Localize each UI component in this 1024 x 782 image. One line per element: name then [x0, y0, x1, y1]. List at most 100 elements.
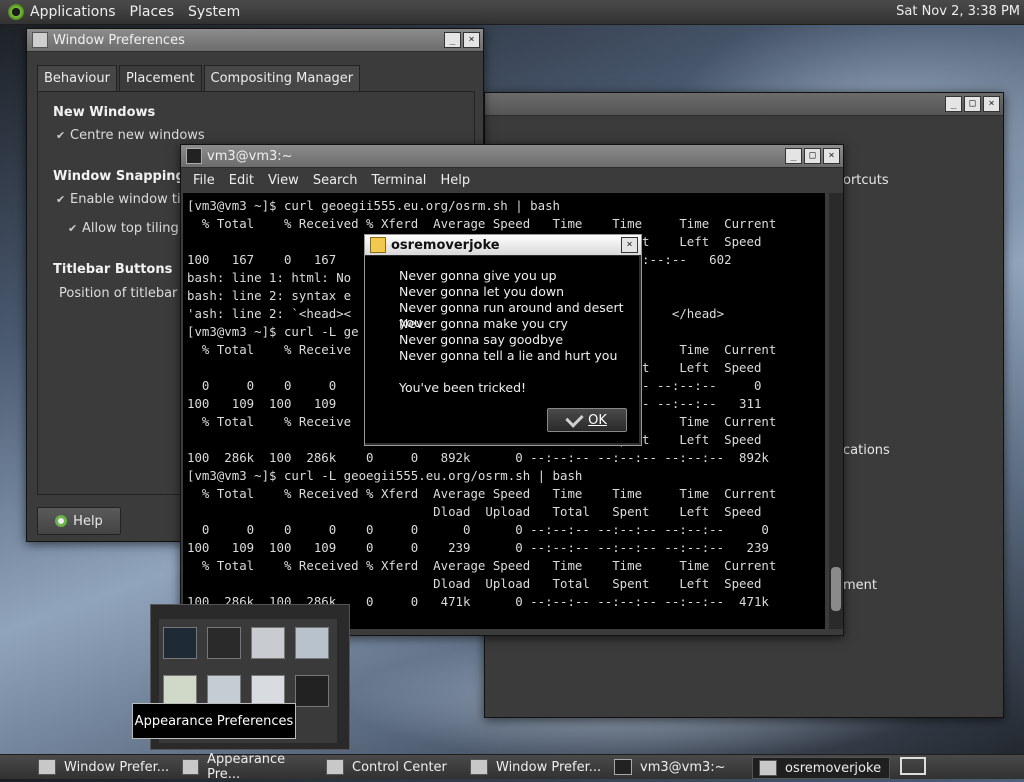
ok-button[interactable]: OK — [547, 408, 627, 432]
menu-edit[interactable]: Edit — [229, 173, 254, 188]
panel-clock[interactable]: Sat Nov 2, 3:38 PM — [896, 4, 1020, 19]
prefs-tabs: Behaviour Placement Compositing Manager — [37, 65, 361, 91]
dialog-task-icon — [759, 760, 777, 776]
taskbar-window-prefs-1[interactable]: Window Prefer... — [32, 757, 170, 777]
management-fragment[interactable]: ment — [843, 578, 877, 593]
window-controls: _ □ × — [945, 96, 1000, 112]
minimize-button[interactable]: _ — [945, 96, 962, 112]
terminal-title: vm3@vm3:~ — [207, 148, 293, 164]
places-menu[interactable]: Places — [130, 4, 175, 20]
applications-menu[interactable]: Applications — [30, 4, 116, 20]
help-lifebuoy-icon — [55, 515, 68, 527]
titlebar-buttons-heading: Titlebar Buttons — [53, 262, 173, 277]
terminal-line: % Total % Received % Xferd Average Speed… — [187, 216, 777, 231]
window-controls: × — [621, 237, 638, 253]
system-menu[interactable]: System — [188, 4, 240, 20]
menu-view[interactable]: View — [268, 173, 299, 188]
theme-preview — [295, 627, 329, 659]
show-desktop-icon[interactable] — [900, 757, 926, 775]
dialog-line: Never gonna tell a lie and hurt you — [399, 348, 618, 363]
taskbar-osremoverjoke[interactable]: osremoverjoke — [752, 757, 890, 779]
allow-top-tiling-checkbox[interactable]: ✔ Allow top tiling — [68, 221, 179, 236]
terminal-line: 100 109 100 109 0 0 239 0 --:--:-- --:--… — [187, 540, 769, 555]
window-controls: _ □ × — [785, 148, 840, 164]
theme-preview — [207, 627, 241, 659]
shortcuts-fragment[interactable]: ortcuts — [843, 173, 889, 188]
terminal-line: bash: line 2: syntax e — [187, 288, 352, 303]
close-button[interactable]: × — [463, 32, 480, 48]
menu-terminal[interactable]: Terminal — [371, 173, 426, 188]
theme-preview — [163, 627, 197, 659]
task-label: vm3@vm3:~ — [640, 759, 726, 775]
titlebar-position-label: Position of titlebar b — [59, 286, 190, 301]
help-label: Help — [73, 513, 103, 529]
maximize-button[interactable]: □ — [804, 148, 821, 164]
terminal-line: bash: line 1: html: No — [187, 270, 352, 285]
control-center-task-icon — [326, 759, 344, 775]
taskbar-window-prefs-2[interactable]: Window Prefer... — [464, 757, 604, 777]
minimize-button[interactable]: _ — [444, 32, 461, 48]
dialog-app-icon — [370, 237, 386, 253]
window-controls: _ × — [444, 32, 480, 48]
window-preferences-titlebar[interactable]: Window Preferences _ × — [27, 29, 483, 52]
dialog-title: osremoverjoke — [391, 237, 500, 253]
terminal-line: [vm3@vm3 ~]$ curl geoegii555.eu.org/osrm… — [187, 198, 560, 213]
bottom-panel: Window Prefer... Appearance Pre... Contr… — [0, 752, 1024, 782]
task-label: Control Center — [352, 759, 447, 775]
window-prefs-task-icon — [38, 759, 56, 775]
taskbar-control-center[interactable]: Control Center — [320, 757, 460, 777]
menu-search[interactable]: Search — [313, 173, 358, 188]
allow-top-tiling-label: Allow top tiling — [82, 221, 179, 236]
terminal-scrollbar[interactable] — [829, 193, 843, 629]
terminal-line: 100 286k 100 286k 0 0 892k 0 --:--:-- --… — [187, 450, 769, 465]
osremoverjoke-dialog: osremoverjoke × Never gonna give you up … — [364, 234, 642, 446]
terminal-line: % Total % Received % Xferd Average Speed… — [187, 558, 777, 573]
theme-preview — [295, 675, 329, 707]
dialog-line: Never gonna give you up — [399, 268, 557, 283]
tab-behaviour[interactable]: Behaviour — [37, 65, 117, 91]
close-button[interactable]: × — [983, 96, 1000, 112]
task-label: osremoverjoke — [785, 760, 882, 776]
theme-preview — [251, 627, 285, 659]
top-panel: Applications Places System Sat Nov 2, 3:… — [0, 0, 1024, 25]
close-button[interactable]: × — [621, 237, 638, 253]
appearance-task-icon — [182, 759, 200, 775]
centre-new-windows-checkbox[interactable]: ✔ Centre new windows — [56, 128, 205, 143]
checkmark-icon: ✔ — [68, 222, 78, 235]
taskbar-terminal[interactable]: vm3@vm3:~ — [608, 757, 748, 777]
enable-tiling-label: Enable window tili — [70, 192, 188, 207]
applications-fragment[interactable]: cations — [843, 443, 890, 458]
dialog-titlebar[interactable]: osremoverjoke × — [365, 235, 641, 256]
menu-help[interactable]: Help — [440, 173, 470, 188]
terminal-line: Dload Upload Total Spent Left Speed — [187, 504, 762, 519]
terminal-line: 0 0 0 0 0 0 0 0 --:--:-- --:--:-- --:--:… — [187, 522, 769, 537]
dialog-body: Never gonna give you up Never gonna let … — [365, 256, 639, 443]
checkmark-icon: ✔ — [56, 129, 66, 142]
window-snapping-heading: Window Snapping — [53, 169, 185, 184]
new-windows-heading: New Windows — [53, 105, 156, 120]
close-button[interactable]: × — [823, 148, 840, 164]
maximize-button[interactable]: □ — [964, 96, 981, 112]
centre-new-windows-label: Centre new windows — [70, 128, 205, 143]
window-prefs-app-icon — [32, 32, 48, 48]
terminal-titlebar[interactable]: vm3@vm3:~ _ □ × — [181, 145, 843, 168]
terminal-task-icon — [614, 759, 632, 775]
terminal-line: [vm3@vm3 ~]$ curl -L ge — [187, 324, 359, 339]
tab-placement[interactable]: Placement — [118, 65, 202, 91]
checkmark-icon: ✔ — [56, 193, 66, 206]
window-prefs-task-icon — [470, 759, 488, 775]
control-center-titlebar[interactable]: _ □ × — [485, 93, 1003, 116]
terminal-app-icon — [186, 148, 202, 164]
ok-check-icon — [565, 408, 584, 428]
minimize-button[interactable]: _ — [785, 148, 802, 164]
enable-tiling-checkbox[interactable]: ✔ Enable window tili — [56, 192, 188, 207]
task-label: Window Prefer... — [496, 759, 602, 775]
terminal-line: Dload Upload Total Spent Left Speed — [187, 576, 762, 591]
taskbar-appearance-prefs[interactable]: Appearance Pre... — [176, 752, 316, 782]
distro-logo-icon[interactable] — [8, 4, 24, 20]
menu-file[interactable]: File — [193, 173, 215, 188]
help-button[interactable]: Help — [37, 507, 121, 535]
terminal-line: % Total % Received % Xferd Average Speed… — [187, 486, 777, 501]
tab-compositing-manager[interactable]: Compositing Manager — [203, 65, 361, 91]
scrollbar-thumb[interactable] — [831, 567, 841, 611]
